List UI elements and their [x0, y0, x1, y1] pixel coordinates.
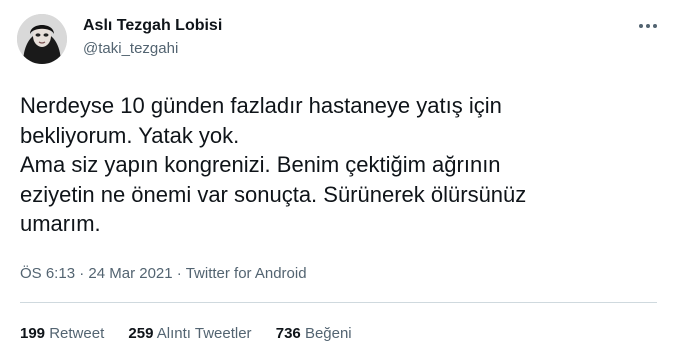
- like-count: 736: [275, 325, 301, 342]
- ellipsis-icon[interactable]: [637, 19, 659, 33]
- quote-label: Alıntı Tweetler: [156, 325, 252, 342]
- tweet-time[interactable]: ÖS 6:13: [20, 265, 75, 282]
- tweet-text-line: Ama siz yapın kongrenizi. Benim çektiğim…: [20, 152, 501, 177]
- like-label: Beğeni: [304, 325, 352, 342]
- tweet-text-line: Nerdeyse 10 günden fazladır hastaneye ya…: [20, 93, 502, 118]
- tweet-text: Nerdeyse 10 günden fazladır hastaneye ya…: [20, 91, 640, 239]
- meta-separator: ·: [172, 265, 186, 282]
- tweet-date[interactable]: 24 Mar 2021: [88, 265, 172, 282]
- quote-tweet-stat[interactable]: 259 Alıntı Tweetler: [128, 325, 251, 342]
- retweet-label: Retweet: [49, 325, 105, 342]
- divider: [20, 302, 657, 303]
- quote-count: 259: [128, 325, 154, 342]
- tweet-source[interactable]: Twitter for Android: [186, 265, 307, 282]
- tweet-text-line: eziyetin ne önemi var sonuçta. Sürünerek…: [20, 181, 527, 207]
- retweet-stat[interactable]: 199 Retweet: [20, 325, 104, 342]
- retweet-count: 199: [20, 325, 46, 342]
- author-handle[interactable]: @taki_tezgahi: [83, 40, 178, 57]
- tweet-meta: ÖS 6:13 · 24 Mar 2021 · Twitter for Andr…: [20, 265, 307, 282]
- meta-separator: ·: [75, 265, 89, 282]
- tweet-card: Aslı Tezgah Lobisi @taki_tezgahi Nerdeys…: [0, 0, 673, 357]
- tweet-text-line: umarım.: [20, 211, 101, 236]
- engagement-stats: 199 Retweet 259 Alıntı Tweetler 736 Beğe…: [20, 325, 372, 342]
- like-stat[interactable]: 736 Beğeni: [276, 325, 352, 342]
- avatar-image: [17, 14, 67, 64]
- author-display-name[interactable]: Aslı Tezgah Lobisi: [83, 17, 222, 35]
- tweet-text-line: bekliyorum. Yatak yok.: [20, 122, 240, 148]
- author-avatar[interactable]: [17, 14, 67, 64]
